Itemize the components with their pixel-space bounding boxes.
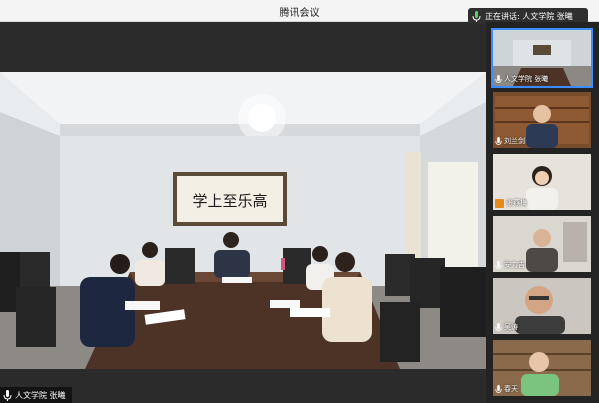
calligraphy-text: 学上至乐高 [192,192,267,210]
participant-tile-1[interactable]: 人文学院 张曦 [491,28,593,88]
participant-label: 吴涛 [495,322,518,332]
main-video-name-tag: 人文学院 张曦 [0,387,72,403]
mic-icon [3,389,12,401]
mic-icon [495,136,502,145]
mic-icon [495,260,502,269]
participant-name: 吴涛 [504,323,518,331]
participant-name: 安力吉 [504,261,525,269]
participant-tile-2[interactable]: 刘兰剑 [493,92,591,148]
participant-tile-4[interactable]: 安力吉 [493,216,591,272]
participant-tile-5[interactable]: 吴涛 [493,278,591,334]
main-video-participant-name: 人文学院 张曦 [15,390,66,400]
mic-icon [472,10,481,22]
participant-name: 人文学院 张曦 [504,75,549,83]
participant-tile-3[interactable]: 张燕梅 [493,154,591,210]
participant-sidebar: 人文学院 张曦 刘兰剑 张燕梅 安力吉 吴涛 春天 [486,22,599,403]
meeting-window: 腾讯会议 学上至乐高 人文学院 张曦 正在讲话: 人文学院 张曦 人文学院 张曦… [0,0,599,403]
speaking-label: 正在讲话: 人文学院 张曦 [485,11,573,21]
mic-icon [495,74,502,83]
participant-name: 刘兰剑 [504,137,525,145]
main-video-area: 学上至乐高 人文学院 张曦 [0,22,486,403]
participant-label: 人文学院 张曦 [495,74,548,84]
mic-icon [495,384,502,393]
avatar-icon [495,198,504,208]
participant-label: 张燕梅 [495,198,527,208]
participant-label: 刘兰剑 [495,136,525,146]
participant-tile-6[interactable]: 春天 [493,340,591,396]
main-video[interactable]: 学上至乐高 [0,72,486,369]
participant-label: 安力吉 [495,260,525,270]
mic-icon [495,322,502,331]
participant-name: 张燕梅 [506,199,527,207]
participant-name: 春天 [504,385,518,393]
participant-label: 春天 [495,384,518,394]
